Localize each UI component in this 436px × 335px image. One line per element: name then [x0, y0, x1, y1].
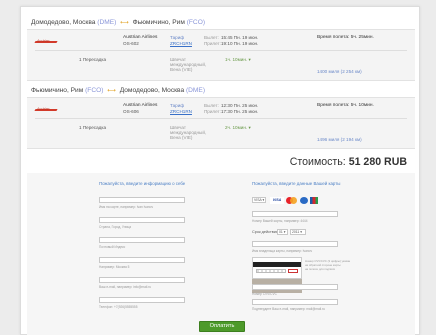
flight-segment-return: Austrian Austrian Airlines OS-606 Тариф …: [27, 97, 415, 149]
email-hint: Ваш e-mail, например: info@mail.ru: [99, 285, 152, 289]
route-to-code: (DME): [185, 87, 206, 94]
transfer-wait-toggle[interactable]: 1ч. 10мин. ▾: [225, 57, 251, 63]
depart-label: Вылет:: [204, 35, 219, 40]
transfer-airport-line3: Вена (VIE): [170, 135, 193, 140]
card-info-title: Пожалуйста, введите данные Вашей карты: [252, 181, 341, 186]
segment-divider: [35, 118, 407, 119]
address-hint: Страна, Город, Улица: [99, 225, 132, 229]
name-input[interactable]: [99, 197, 185, 203]
airline-name: Austrian Airlines: [123, 35, 158, 40]
route-header-return: Фьюмичино, Рим (FCO) ⟷ Домодедово, Москв…: [31, 87, 205, 94]
total-label: Стоимость:: [289, 156, 346, 168]
diners-club-icon: [300, 196, 308, 204]
phone-input[interactable]: [99, 297, 185, 303]
flight-distance: 1496 миля (2 194 км): [317, 137, 362, 142]
transfer-wait-toggle[interactable]: 2ч. 10мин. ▾: [225, 125, 251, 131]
expiry-year-select[interactable]: 2011 ▾: [290, 229, 306, 235]
card-back-image: [252, 257, 302, 279]
depart-label: Вылет:: [204, 103, 219, 108]
chevron-down-icon: ▾: [248, 125, 251, 130]
confirm-email-input[interactable]: [252, 299, 338, 305]
route-arrow-icon: ⟷: [107, 88, 116, 94]
city-input[interactable]: [99, 257, 185, 263]
zip-input[interactable]: [99, 237, 185, 243]
expiry-month-select[interactable]: 01 ▾: [277, 229, 288, 235]
flight-distance: 1400 миля (2 254 км): [317, 69, 362, 74]
depart-time: 12:30 Пн. 25 июн.: [221, 103, 259, 108]
phone-hint: Телефон: +7(926)5555555: [99, 305, 138, 309]
route-from: Фьюмичино, Рим: [31, 87, 84, 94]
card-type-select[interactable]: VISA ▾: [252, 197, 266, 203]
tariff-label: Тариф: [170, 35, 185, 40]
card-number-input[interactable]: [252, 211, 338, 217]
expiry-label: Срок действия:: [252, 230, 280, 234]
tariff-code-link[interactable]: ZRCH1RN: [170, 41, 192, 47]
transfers-count: 1 Пересадка: [79, 125, 106, 130]
flight-number: OS-602: [123, 41, 139, 46]
chevron-down-icon: ▾: [248, 57, 251, 62]
address-input[interactable]: [99, 217, 185, 223]
zip-hint: Почтовый Индекс: [99, 245, 126, 249]
route-to: Домодедово, Москва: [119, 87, 185, 94]
arrive-label: Прилет:: [204, 41, 221, 46]
arrive-label: Прилет:: [204, 109, 221, 114]
cvv-input[interactable]: [252, 284, 338, 290]
airline-logo-icon: Austrian: [34, 39, 59, 47]
name-hint: Имя на карте, например: Ivan Ivanov: [99, 205, 154, 209]
card-logos: VISA: [270, 196, 318, 204]
flight-segment-outbound: Austrian Austrian Airlines OS-602 Тариф …: [27, 29, 415, 81]
transfer-airport-line3: Вена (VIE): [170, 67, 193, 72]
city-hint: Например: Москва 5: [99, 265, 130, 269]
tariff-label: Тариф: [170, 103, 185, 108]
total-price: Стоимость: 51 280 RUB: [290, 156, 407, 168]
airline-name: Austrian Airlines: [123, 103, 158, 108]
route-from-code: (DME): [97, 19, 117, 26]
booking-page: Домодедово, Москва (DME) ⟷ Фьюмичино, Ри…: [20, 6, 420, 335]
visa-icon: VISA: [270, 196, 284, 204]
arrive-time: 19:10 Пн. 19 июн.: [221, 41, 259, 46]
flight-duration: Время полета: 5ч. 25мин.: [317, 35, 374, 40]
flight-number: OS-606: [123, 109, 139, 114]
depart-time: 15:45 Пн. 19 июн.: [221, 35, 259, 40]
total-value: 51 280 RUB: [348, 156, 407, 168]
jcb-icon: [310, 196, 318, 204]
route-header-outbound: Домодедово, Москва (DME) ⟷ Фьюмичино, Ри…: [31, 19, 205, 26]
cardholder-hint: Имя владельца карты, например: Ivanov: [252, 249, 313, 253]
payment-form: Пожалуйста, введите информацию о себе По…: [27, 173, 415, 335]
flight-duration: Время полета: 5ч. 10мин.: [317, 103, 374, 108]
cvv-hint: Номер CVV/CVC: [252, 292, 277, 296]
transfers-count: 1 Пересадка: [79, 57, 106, 62]
airline-logo-icon: Austrian: [34, 107, 59, 115]
tariff-code-link[interactable]: ZRCH1RN: [170, 109, 192, 115]
card-number-hint: Номер Вашей карты, например: 4444: [252, 219, 308, 223]
arrive-time: 17:30 Пн. 25 июн.: [221, 109, 259, 114]
cardholder-input[interactable]: [252, 241, 338, 247]
route-from-code: (FCO): [85, 87, 104, 94]
segment-divider: [35, 50, 407, 51]
pay-button[interactable]: Оплатить: [199, 321, 245, 332]
route-to-code: (FCO): [186, 19, 206, 26]
email-input[interactable]: [99, 277, 185, 283]
route-arrow-icon: ⟷: [120, 20, 129, 26]
personal-info-title: Пожалуйста, введите информацию о себе: [99, 181, 186, 186]
mastercard-icon: [286, 196, 298, 204]
route-from: Домодедово, Москва: [31, 19, 96, 26]
cvv-note-line3: на полосе для подписи: [305, 267, 336, 271]
confirm-email-hint: Подтвердите Ваш e-mail, например: mail@m…: [252, 307, 325, 311]
route-to: Фьюмичино, Рим: [132, 19, 185, 26]
